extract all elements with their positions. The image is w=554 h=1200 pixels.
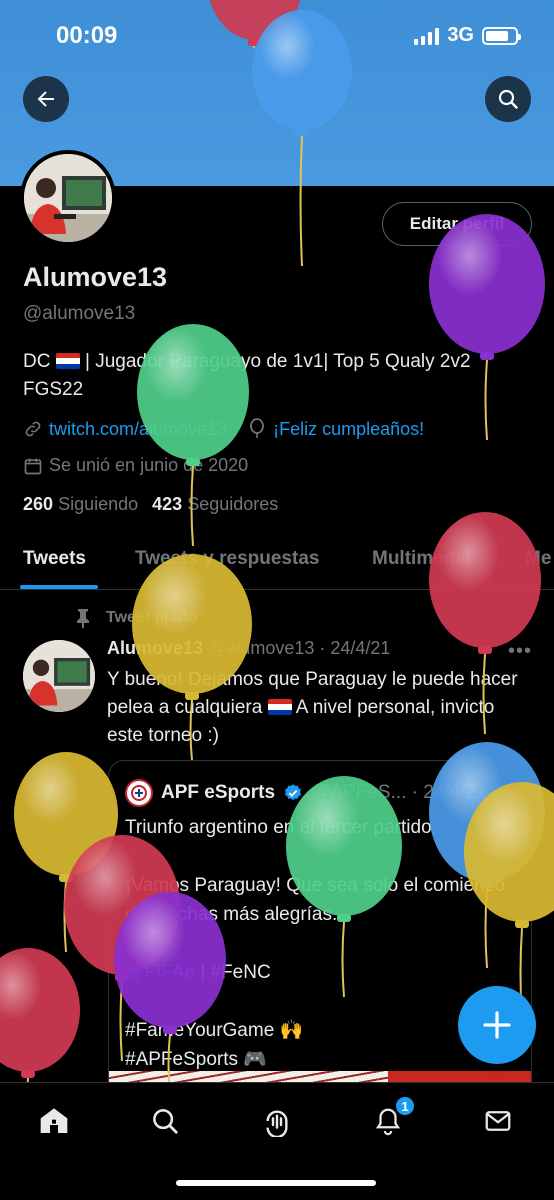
paraguay-flag-icon <box>267 699 292 715</box>
pin-icon <box>77 609 89 628</box>
tab-tweets[interactable]: Tweets <box>23 548 86 570</box>
quote-mention[interactable]: @FIFAe <box>125 962 195 983</box>
joined-row: Se unió en junio de 2020 <box>23 455 248 476</box>
verified-badge-icon <box>285 784 302 801</box>
spaces-icon <box>266 1110 288 1137</box>
home-icon <box>40 1108 68 1133</box>
quote-meta: @APFeS... · 24/4/21 <box>311 782 487 803</box>
tweet-avatar[interactable] <box>23 640 95 712</box>
quote-line: #APFeSports 🎮 <box>125 1049 267 1070</box>
battery-icon <box>482 26 521 45</box>
tweet-author[interactable]: Alumove13 <box>107 638 203 658</box>
apf-logo-icon <box>125 779 153 807</box>
pinned-label: Tweet fijado <box>106 609 198 626</box>
active-tab-indicator <box>20 585 98 589</box>
joined-date: Se unió en junio de 2020 <box>49 455 249 475</box>
nav-search[interactable] <box>145 1101 185 1141</box>
compose-tweet-button[interactable] <box>458 986 536 1064</box>
profile-bio: DC | Jugador Paraguayo de 1v1| Top 5 Qua… <box>23 348 533 404</box>
pinned-indicator: Tweet fijado <box>74 608 197 628</box>
edit-profile-button[interactable]: Editar perfil <box>382 202 532 246</box>
followers-link[interactable]: 423 Seguidores <box>152 494 278 515</box>
yellow-balloon <box>14 752 118 953</box>
calendar-icon <box>24 458 42 474</box>
nav-home[interactable] <box>34 1101 74 1141</box>
signal-icon <box>414 27 440 45</box>
bio-text: | Jugador Paraguayo de 1v1| Top 5 Qualy … <box>23 351 471 400</box>
balloon-icon <box>250 418 264 438</box>
mail-icon <box>485 1111 511 1131</box>
search-icon <box>498 89 518 109</box>
link-icon <box>25 421 41 437</box>
quote-line: Triunfo argentino en el tercer partido. <box>125 817 437 838</box>
tab-media[interactable]: Multimedia <box>372 548 471 570</box>
quote-hashtag: | #FeNC <box>194 962 271 983</box>
tweet-header: Alumove13 @alumove13 · 24/4/21 <box>107 638 537 659</box>
quote-header: APF eSports @APFeS... · 24/4/21 <box>125 779 487 807</box>
tweet-text: Y bueno! Dejamos que Paraguay le puede h… <box>107 666 527 750</box>
avatar-image <box>23 640 95 712</box>
notification-badge: 1 <box>394 1095 416 1117</box>
search-button[interactable] <box>485 76 531 122</box>
purple-balloon <box>429 214 545 441</box>
nav-spaces[interactable] <box>257 1101 297 1141</box>
plus-icon <box>483 1011 511 1039</box>
bio-prefix: DC <box>23 351 51 372</box>
arrow-left-icon <box>37 91 54 107</box>
avatar-image <box>24 154 112 242</box>
more-options-icon[interactable]: ••• <box>508 640 532 663</box>
profile-tabs: Tweets Tweets y respuestas Multimedia Me <box>0 536 554 590</box>
nav-messages[interactable] <box>478 1101 518 1141</box>
profile-name: Alumove13 <box>23 262 168 292</box>
quote-author: APF eSports <box>161 782 276 803</box>
home-indicator <box>176 1180 376 1186</box>
paraguay-flag-icon <box>55 353 80 369</box>
status-bar: 00:09 3G <box>0 0 554 74</box>
quote-line: @FIFAe | #FeNC <box>125 958 521 987</box>
birthday-link[interactable]: ¡Feliz cumpleaños! <box>273 419 424 440</box>
status-time: 00:09 <box>56 22 118 49</box>
profile-meta-row: twitch.com/alumove13 ¡Feliz cumpleaños! <box>23 418 424 440</box>
tweet-meta: @alumove13 · 24/4/21 <box>208 638 391 658</box>
back-button[interactable] <box>23 76 69 122</box>
follow-stats: 260 Siguiendo 423 Seguidores <box>23 494 278 515</box>
status-indicators: 3G <box>414 24 521 47</box>
profile-handle: @alumove13 <box>23 303 136 324</box>
quote-line: ¡Vamos Paraguay! Que sea solo el comienz… <box>125 875 505 925</box>
tab-tweets-replies[interactable]: Tweets y respuestas <box>135 548 319 570</box>
following-link[interactable]: 260 Siguiendo <box>23 494 138 515</box>
profile-link[interactable]: twitch.com/alumove13 <box>49 419 227 440</box>
profile-avatar[interactable] <box>20 150 116 246</box>
tab-likes[interactable]: Me <box>525 548 551 570</box>
search-icon <box>153 1109 178 1134</box>
network-type: 3G <box>447 24 474 46</box>
